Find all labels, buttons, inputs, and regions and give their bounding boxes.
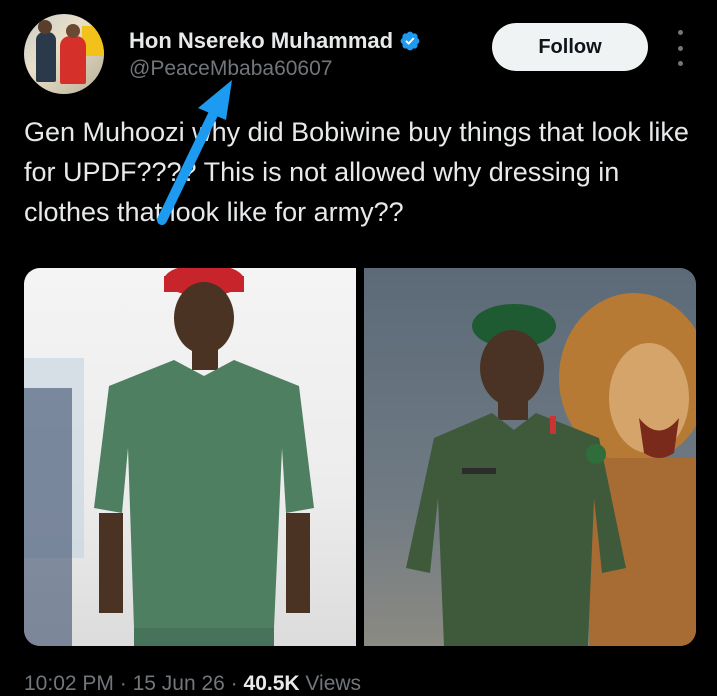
more-options-icon[interactable]	[668, 30, 692, 66]
tweet-meta: 10:02 PM · 15 Jun 26 · 40.5K Views	[24, 672, 361, 696]
follow-button[interactable]: Follow	[492, 23, 648, 71]
author-display-name[interactable]: Hon Nsereko Muhammad	[129, 28, 393, 54]
photo-general-with-lion	[406, 293, 696, 646]
media-photo-2[interactable]	[364, 268, 696, 646]
media-photo-1[interactable]	[24, 268, 356, 646]
meta-separator: ·	[230, 672, 238, 695]
views-count: 40.5K	[243, 672, 300, 695]
author-name-row: Hon Nsereko Muhammad	[129, 28, 421, 54]
avatar-figure-head	[38, 20, 52, 34]
tweet-time[interactable]: 10:02 PM	[24, 672, 114, 695]
verified-badge-icon	[400, 31, 420, 51]
dot	[677, 30, 683, 35]
author-avatar[interactable]	[24, 14, 104, 94]
meta-separator: ·	[119, 672, 127, 695]
author-handle[interactable]: @PeaceMbaba60607	[129, 57, 332, 81]
tweet-text: Gen Muhoozi why did Bobiwine buy things …	[24, 117, 697, 227]
views-label: Views	[305, 672, 362, 695]
dot	[677, 45, 683, 51]
photo-man-green-shirt	[24, 268, 314, 646]
avatar-figure	[60, 36, 86, 84]
tweet-date[interactable]: 15 Jun 26	[133, 672, 225, 695]
tweet-media[interactable]	[24, 268, 696, 646]
avatar-figure	[36, 32, 56, 82]
dot	[677, 61, 683, 66]
avatar-figure-head	[66, 24, 80, 38]
